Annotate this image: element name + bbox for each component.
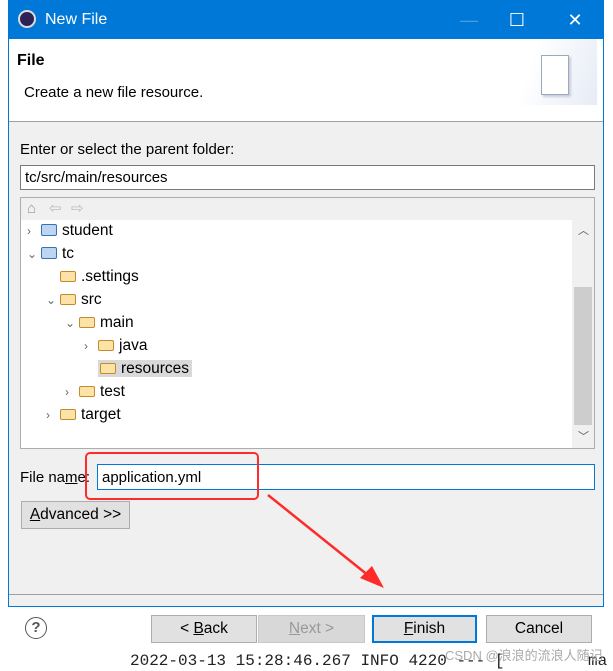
annotation-arrow <box>267 494 384 588</box>
help-icon[interactable]: ? <box>25 617 47 639</box>
